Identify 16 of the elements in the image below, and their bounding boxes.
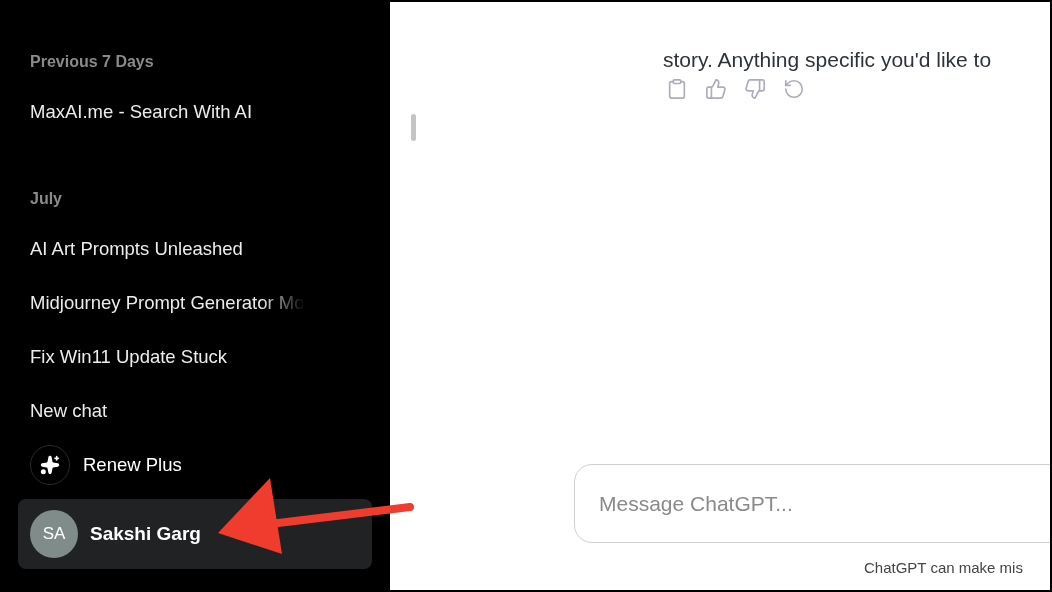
section-heading: July: [30, 189, 62, 209]
thumbs-down-icon[interactable]: [743, 77, 766, 100]
message-text: story. Anything specific you'd like to: [663, 48, 993, 72]
thumbs-up-icon[interactable]: [704, 77, 727, 100]
message-input-field[interactable]: Message ChatGPT...: [574, 464, 1050, 543]
avatar: SA: [30, 510, 78, 558]
user-name: Sakshi Garg: [90, 523, 201, 545]
disclaimer-text: ChatGPT can make mis: [864, 559, 1024, 577]
scroll-thumb[interactable]: [411, 114, 416, 141]
renew-plus-link[interactable]: Renew Plus: [83, 454, 182, 476]
chat-history-item[interactable]: MaxAI.me - Search With AI: [30, 101, 253, 123]
chat-history-item[interactable]: AI Art Prompts Unleashed: [30, 238, 243, 260]
undo-arrow-icon[interactable]: [782, 77, 805, 100]
section-heading: Previous 7 Days: [30, 52, 154, 72]
chat-history-item[interactable]: New chat: [30, 400, 108, 422]
chat-history-item[interactable]: Fix Win11 Update Stuck: [30, 346, 228, 368]
